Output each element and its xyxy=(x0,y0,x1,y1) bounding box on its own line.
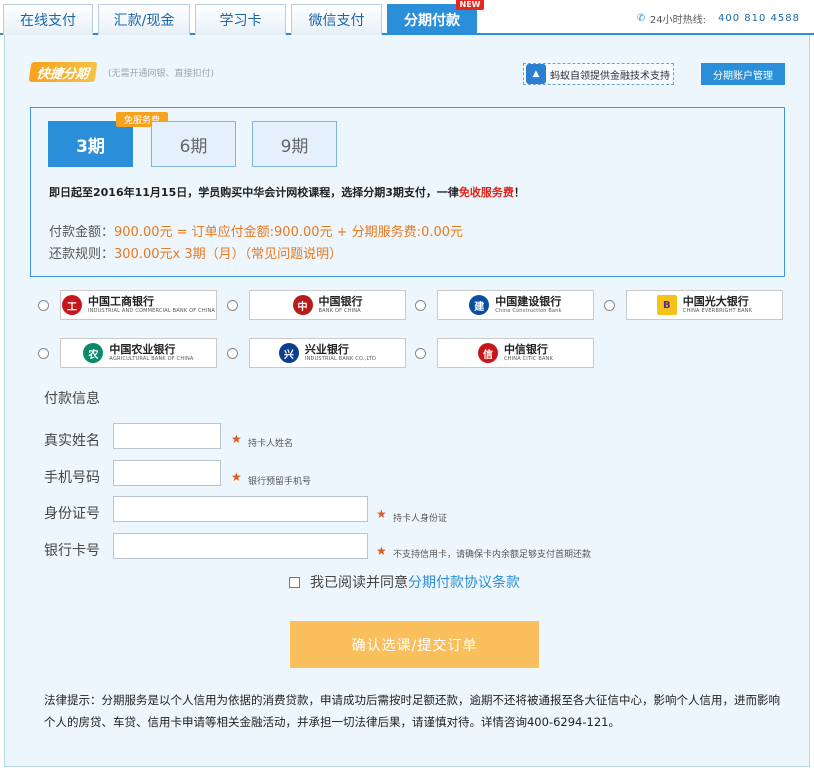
bank-radio-icbc[interactable] xyxy=(38,300,49,311)
bank-citic[interactable]: 信 中信银行 CHINA CITIC BANK xyxy=(437,338,594,368)
agree-checkbox[interactable] xyxy=(289,576,300,588)
bank-cib[interactable]: 兴 兴业银行 INDUSTRIAL BANK CO.,LTD xyxy=(249,338,406,368)
bank-icbc[interactable]: 工 中国工商银行 INDUSTRIAL AND COMMERCIAL BANK O… xyxy=(60,290,217,320)
name-label: 真实姓名 xyxy=(44,433,100,449)
agreement: 我已阅读并同意分期付款协议条款 xyxy=(289,572,520,592)
required-star-icon: ★ xyxy=(376,544,387,558)
legal-notice: 法律提示：分期服务是以个人信用为依据的消费贷款，申请成功后需按时足额还款，逾期不… xyxy=(44,693,780,729)
payment-tabs: 在线支付 汇款/现金 学习卡 微信支付 分期付款 NEW ✆ 24小时热线: 4… xyxy=(0,0,814,42)
bank-radio-ceb[interactable] xyxy=(604,300,615,311)
promo-main: 即日起至2016年11月15日，学员购买中华会计网校课程，选择分期3期支付，一律 xyxy=(49,186,459,199)
amount-label: 付款金额： xyxy=(49,225,115,240)
cib-logo-icon: 兴 xyxy=(278,343,299,363)
logo-subtitle: (无需开通网银、直接扣付) xyxy=(108,69,215,79)
promo-text: 即日起至2016年11月15日，学员购买中华会计网校课程，选择分期3期支付，一律… xyxy=(49,184,525,200)
period-9[interactable]: 9期 xyxy=(252,121,337,167)
repayment-rule: 还款规则：300.00元x 3期（月）（常见问题说明） xyxy=(49,243,342,262)
tab-study-card[interactable]: 学习卡 xyxy=(195,4,286,35)
payment-amount: 付款金额：900.00元 = 订单应付金额:900.00元 + 分期服务费:0.… xyxy=(49,221,463,240)
rule-label: 还款规则： xyxy=(49,247,115,262)
promo-highlight: 免收服务费 xyxy=(458,186,514,199)
required-star-icon: ★ xyxy=(376,507,387,521)
amount-value: 900.00元 = 订单应付金额:900.00元 + 分期服务费:0.00元 xyxy=(114,225,464,240)
tab-wechat-pay[interactable]: 微信支付 xyxy=(291,4,382,35)
abc-logo-icon: 农 xyxy=(83,343,104,363)
tab-label: 在线支付 xyxy=(20,13,76,29)
payment-info-title: 付款信息 xyxy=(44,391,100,407)
phone-input[interactable] xyxy=(113,460,221,486)
ccb-logo-icon: 建 xyxy=(469,295,490,315)
period-label: 6期 xyxy=(179,136,208,157)
account-management-button[interactable]: 分期账户管理 xyxy=(701,63,785,85)
bank-boc[interactable]: 中 中国银行 BANK OF CHINA xyxy=(249,290,406,320)
id-label: 身份证号 xyxy=(44,506,100,522)
bank-en: INDUSTRIAL AND COMMERCIAL BANK OF CHINA xyxy=(87,308,216,314)
period-label: 9期 xyxy=(280,136,309,157)
bank-name: 中国建设银行 xyxy=(495,295,562,308)
icbc-logo-icon: 工 xyxy=(61,295,82,315)
ant-icon: ▲ xyxy=(526,64,546,84)
card-label: 银行卡号 xyxy=(44,543,100,559)
bank-name: 中国光大银行 xyxy=(682,295,749,308)
tab-label: 分期付款 xyxy=(404,13,460,29)
card-hint: 不支持信用卡，请确保卡内余额足够支付首期还款 xyxy=(393,550,592,560)
bank-radio-citic[interactable] xyxy=(415,348,426,359)
bank-radio-ccb[interactable] xyxy=(415,300,426,311)
bank-en: China Construction Bank xyxy=(495,308,562,314)
id-input[interactable] xyxy=(113,496,368,522)
bank-radio-abc[interactable] xyxy=(38,348,49,359)
card-input[interactable] xyxy=(113,533,368,559)
bank-name: 兴业银行 xyxy=(304,343,349,356)
bank-abc[interactable]: 农 中国农业银行 AGRICULTURAL BANK OF CHINA xyxy=(60,338,217,368)
period-label: 3期 xyxy=(76,136,105,157)
tab-online-pay[interactable]: 在线支付 xyxy=(3,4,93,35)
bank-en: CHINA CITIC BANK xyxy=(503,356,554,362)
hotline-label: 24小时热线: xyxy=(649,15,707,26)
bank-en: INDUSTRIAL BANK CO.,LTD xyxy=(304,356,377,362)
bank-ccb[interactable]: 建 中国建设银行 China Construction Bank xyxy=(437,290,594,320)
bank-name: 中国农业银行 xyxy=(109,343,176,356)
period-selector: 3期 免服务费 6期 9期 即日起至2016年11月15日，学员购买中华会计网校… xyxy=(30,107,785,277)
tab-label: 汇款/现金 xyxy=(113,13,175,29)
ant-financial-label: 蚂蚁自领提供金融技术支持 xyxy=(550,70,670,82)
bank-name: 中信银行 xyxy=(503,343,548,356)
bank-name: 中国工商银行 xyxy=(87,295,154,308)
name-hint: 持卡人姓名 xyxy=(248,439,294,449)
tab-label: 微信支付 xyxy=(308,13,365,29)
promo-end: ！ xyxy=(513,186,525,199)
new-badge: NEW xyxy=(456,0,484,10)
bank-radio-boc[interactable] xyxy=(227,300,238,311)
id-hint: 持卡人身份证 xyxy=(393,514,448,524)
bank-en: CHINA EVERBRIGHT BANK xyxy=(682,308,753,314)
bank-ceb[interactable]: B 中国光大银行 CHINA EVERBRIGHT BANK xyxy=(626,290,783,320)
citic-logo-icon: 信 xyxy=(477,343,498,363)
ant-financial-link[interactable]: ▲ 蚂蚁自领提供金融技术支持 xyxy=(523,63,674,85)
tab-label: 学习卡 xyxy=(219,13,262,29)
bank-radio-cib[interactable] xyxy=(227,348,238,359)
required-star-icon: ★ xyxy=(231,432,242,446)
bank-name: 中国银行 xyxy=(318,295,363,308)
tab-remittance[interactable]: 汇款/现金 xyxy=(98,4,190,35)
period-3[interactable]: 3期 xyxy=(48,121,133,167)
agreement-link[interactable]: 分期付款协议条款 xyxy=(408,575,520,591)
hotline-number: 400 810 4588 xyxy=(718,13,800,24)
phone-icon: ✆ xyxy=(636,13,646,24)
rule-value[interactable]: 300.00元x 3期（月）（常见问题说明） xyxy=(114,247,342,262)
bank-en: BANK OF CHINA xyxy=(318,308,361,314)
boc-logo-icon: 中 xyxy=(292,295,313,315)
name-input[interactable] xyxy=(113,423,221,449)
required-star-icon: ★ xyxy=(231,470,242,484)
quick-installment-logo: 快捷分期 xyxy=(28,62,98,82)
phone-label: 手机号码 xyxy=(44,470,100,486)
period-6[interactable]: 6期 xyxy=(151,121,236,167)
submit-order-button[interactable]: 确认选课/提交订单 xyxy=(290,621,539,668)
ceb-logo-icon: B xyxy=(656,295,677,315)
bank-en: AGRICULTURAL BANK OF CHINA xyxy=(109,356,194,362)
phone-hint: 银行预留手机号 xyxy=(248,477,312,487)
agree-text: 我已阅读并同意 xyxy=(310,575,408,591)
hotline: ✆ 24小时热线: 400 810 4588 xyxy=(637,11,800,26)
